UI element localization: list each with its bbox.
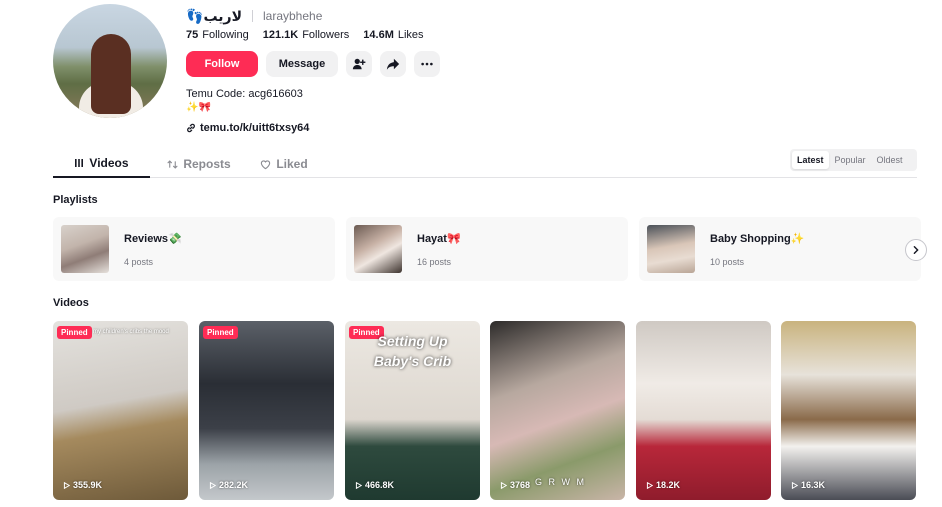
playlist-title: Reviews💸 xyxy=(124,232,182,245)
share-icon xyxy=(386,58,400,70)
tab-reposts[interactable]: Reposts xyxy=(150,150,248,178)
video-overlay-text: my children's cribs the mood xyxy=(93,329,169,335)
playlist-card[interactable]: Baby Shopping✨ 10 posts xyxy=(639,217,921,281)
tab-liked[interactable]: Liked xyxy=(248,150,320,178)
following-label: Following xyxy=(202,29,249,41)
playlist-thumbnail xyxy=(61,225,109,273)
playlist-card[interactable]: Reviews💸 4 posts xyxy=(53,217,335,281)
repost-icon xyxy=(167,159,178,169)
likes-label: Likes xyxy=(397,29,424,41)
view-count: 3768 xyxy=(500,480,530,490)
video-card[interactable]: 18.2K xyxy=(636,321,771,500)
playlist-count: 10 posts xyxy=(710,256,745,267)
content-tabs: Videos Reposts Liked xyxy=(53,150,917,178)
play-icon xyxy=(355,481,362,489)
video-card[interactable]: Pinned my children's cribs the mood 355.… xyxy=(53,321,188,500)
bio-emoji-line: ✨🎀 xyxy=(186,102,211,113)
sort-popular[interactable]: Popular xyxy=(830,151,871,169)
tab-reposts-label: Reposts xyxy=(183,157,231,171)
videos-heading: Videos xyxy=(53,297,89,309)
play-icon xyxy=(646,481,653,489)
play-icon xyxy=(63,481,70,489)
share-button[interactable] xyxy=(380,51,406,77)
view-count-value: 16.3K xyxy=(801,480,826,490)
name-divider xyxy=(252,10,253,22)
stat-followers[interactable]: 121.1K Followers xyxy=(263,29,350,41)
heart-icon xyxy=(261,159,271,169)
playlist-count: 16 posts xyxy=(417,256,452,267)
playlist-count: 4 posts xyxy=(124,256,154,267)
sort-latest[interactable]: Latest xyxy=(792,151,829,169)
bio-line: Temu Code: acg616603 xyxy=(186,88,303,100)
video-card[interactable]: Pinned 282.2K xyxy=(199,321,334,500)
followers-label: Followers xyxy=(302,29,350,41)
grid-icon xyxy=(75,159,84,167)
following-count: 75 xyxy=(186,29,199,41)
add-friend-button[interactable] xyxy=(346,51,372,77)
view-count-value: 3768 xyxy=(510,480,531,490)
playlists-next-button[interactable] xyxy=(905,239,927,261)
follow-button[interactable]: Follow xyxy=(186,51,258,77)
video-caption: Setting Up Baby's Crib xyxy=(373,333,452,369)
video-overlay-text: G R W M xyxy=(535,477,586,487)
playlist-thumbnail xyxy=(354,225,402,273)
playlist-thumbnail xyxy=(647,225,695,273)
playlist-title: Baby Shopping✨ xyxy=(710,232,805,245)
bio-link[interactable]: temu.to/k/uitt6txsy64 xyxy=(186,122,309,134)
pinned-badge: Pinned xyxy=(57,326,92,339)
pinned-badge: Pinned xyxy=(203,326,238,339)
display-name: 👣لاریب xyxy=(186,7,242,24)
stat-likes: 14.6M Likes xyxy=(363,29,423,41)
view-count-value: 18.2K xyxy=(656,480,681,490)
view-count: 18.2K xyxy=(646,480,680,490)
playlist-card[interactable]: Hayat🎀 16 posts xyxy=(346,217,628,281)
profile-name-row: 👣لاریب laraybhehe xyxy=(186,8,322,24)
username: laraybhehe xyxy=(263,9,323,23)
view-count: 282.2K xyxy=(209,480,248,490)
sort-oldest[interactable]: Oldest xyxy=(872,151,908,169)
view-count-value: 355.9K xyxy=(73,480,103,490)
view-count-value: 466.8K xyxy=(365,480,395,490)
avatar-figure-hair xyxy=(91,34,131,114)
followers-count: 121.1K xyxy=(262,29,299,41)
bio-link-text: temu.to/k/uitt6txsy64 xyxy=(200,122,310,134)
view-count: 466.8K xyxy=(355,480,394,490)
play-icon xyxy=(209,481,216,489)
message-button[interactable]: Message xyxy=(266,51,338,77)
profile-actions: Follow Message xyxy=(186,51,440,77)
more-options-button[interactable] xyxy=(414,51,440,77)
playlist-text: Reviews💸 4 posts xyxy=(124,232,182,267)
tab-videos[interactable]: Videos xyxy=(53,150,150,178)
profile-avatar[interactable] xyxy=(53,4,167,118)
playlists-heading: Playlists xyxy=(53,194,98,206)
view-count: 355.9K xyxy=(63,480,102,490)
link-icon xyxy=(187,123,195,133)
play-icon xyxy=(791,481,798,489)
video-card[interactable]: 16.3K xyxy=(781,321,916,500)
sort-toggle: Latest Popular Oldest xyxy=(790,149,917,171)
view-count-value: 282.2K xyxy=(219,480,249,490)
video-card[interactable]: Pinned Setting Up Baby's Crib 466.8K xyxy=(345,321,480,500)
view-count: 16.3K xyxy=(791,480,825,490)
tab-liked-label: Liked xyxy=(276,157,308,171)
tab-videos-label: Videos xyxy=(89,156,129,170)
playlist-title: Hayat🎀 xyxy=(417,232,461,245)
profile-bio: Temu Code: acg616603 ✨🎀 xyxy=(186,88,303,114)
stat-following[interactable]: 75 Following xyxy=(186,29,249,41)
profile-stats: 75 Following 121.1K Followers 14.6M Likes xyxy=(186,29,424,41)
video-card[interactable]: G R W M 3768 xyxy=(490,321,625,500)
playlist-text: Baby Shopping✨ 10 posts xyxy=(710,232,804,267)
more-icon xyxy=(421,62,433,66)
chevron-right-icon xyxy=(913,246,919,254)
play-icon xyxy=(500,481,507,489)
playlist-text: Hayat🎀 16 posts xyxy=(417,232,461,267)
add-user-icon xyxy=(352,58,366,70)
likes-count: 14.6M xyxy=(363,29,394,41)
